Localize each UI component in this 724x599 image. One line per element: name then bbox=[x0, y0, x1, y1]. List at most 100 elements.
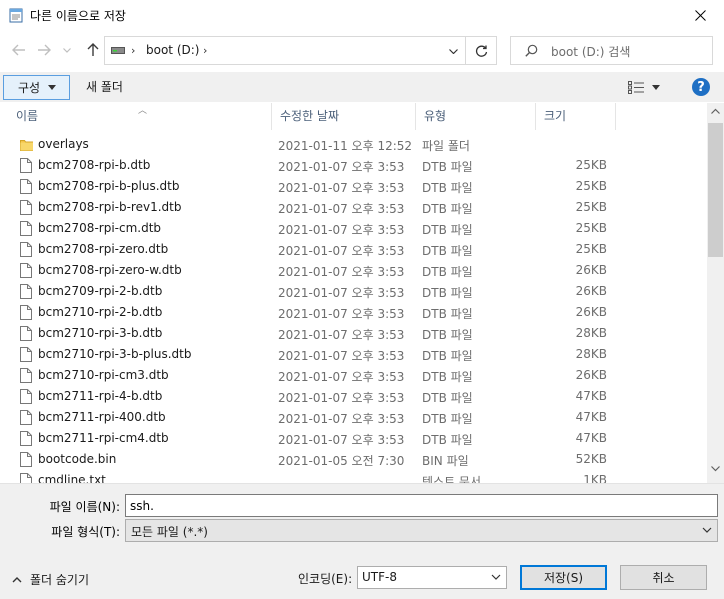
list-item[interactable]: bcm2708-rpi-cm.dtb 2021-01-07 오후 3:53 DT… bbox=[0, 218, 707, 239]
file-type: DTB 파일 bbox=[422, 370, 473, 384]
organize-button[interactable]: 구성 bbox=[3, 75, 70, 100]
file-name: bcm2708-rpi-zero-w.dtb bbox=[38, 263, 182, 277]
filetype-select[interactable]: 모든 파일 (*.*) bbox=[125, 519, 718, 542]
file-size: 25KB bbox=[575, 158, 607, 172]
file-date: 2021-01-07 오후 3:53 bbox=[278, 433, 405, 447]
list-item[interactable]: bcm2708-rpi-zero-w.dtb 2021-01-07 오후 3:5… bbox=[0, 260, 707, 281]
file-size: 26KB bbox=[575, 368, 607, 382]
file-name: bcm2710-rpi-3-b.dtb bbox=[38, 326, 163, 340]
file-size: 26KB bbox=[575, 284, 607, 298]
file-type: DTB 파일 bbox=[422, 328, 473, 342]
list-item[interactable]: bcm2711-rpi-cm4.dtb 2021-01-07 오후 3:53 D… bbox=[0, 428, 707, 449]
arrow-right-icon bbox=[38, 44, 51, 56]
file-icon bbox=[20, 410, 32, 425]
list-item[interactable]: bcm2710-rpi-3-b.dtb 2021-01-07 오후 3:53 D… bbox=[0, 323, 707, 344]
folder-icon bbox=[20, 140, 33, 151]
file-type: DTB 파일 bbox=[422, 307, 473, 321]
scroll-thumb[interactable] bbox=[708, 123, 723, 257]
file-type: DTB 파일 bbox=[422, 202, 473, 216]
list-item[interactable]: bootcode.bin 2021-01-05 오전 7:30 BIN 파일 5… bbox=[0, 449, 707, 470]
file-list: overlays 2021-01-11 오후 12:52 파일 폴더 bcm27… bbox=[0, 134, 707, 483]
file-icon bbox=[20, 326, 32, 341]
file-icon bbox=[20, 431, 32, 446]
file-size: 25KB bbox=[575, 179, 607, 193]
address-history-button[interactable] bbox=[444, 40, 462, 62]
list-item[interactable]: cmdline.txt 텍스트 문서 1KB bbox=[0, 470, 707, 483]
column-header-date[interactable]: 수정한 날짜 bbox=[272, 103, 416, 130]
help-button[interactable]: ? bbox=[692, 78, 710, 96]
back-button[interactable] bbox=[8, 37, 30, 63]
list-item[interactable]: overlays 2021-01-11 오후 12:52 파일 폴더 bbox=[0, 134, 707, 155]
file-type: DTB 파일 bbox=[422, 244, 473, 258]
question-icon: ? bbox=[697, 79, 705, 95]
file-name: bcm2710-rpi-3-b-plus.dtb bbox=[38, 347, 192, 361]
filetype-value: 모든 파일 (*.*) bbox=[131, 525, 208, 539]
scroll-down-button[interactable] bbox=[707, 466, 724, 478]
list-item[interactable]: bcm2708-rpi-b-rev1.dtb 2021-01-07 오후 3:5… bbox=[0, 197, 707, 218]
close-icon bbox=[694, 9, 706, 21]
cancel-button[interactable]: 취소 bbox=[620, 565, 707, 590]
list-item[interactable]: bcm2710-rpi-cm3.dtb 2021-01-07 오후 3:53 D… bbox=[0, 365, 707, 386]
file-icon bbox=[20, 284, 32, 299]
file-name: bcm2711-rpi-cm4.dtb bbox=[38, 431, 169, 445]
breadcrumb-drive[interactable]: boot (D:) bbox=[146, 43, 199, 57]
file-name: bcm2708-rpi-b-plus.dtb bbox=[38, 179, 180, 193]
up-button[interactable] bbox=[82, 37, 104, 63]
file-date: 2021-01-07 오후 3:53 bbox=[278, 265, 405, 279]
arrow-up-icon bbox=[87, 43, 99, 56]
vertical-scrollbar[interactable] bbox=[707, 103, 724, 483]
file-size: 47KB bbox=[575, 431, 607, 445]
scroll-up-button[interactable] bbox=[707, 108, 724, 120]
address-bar[interactable]: › boot (D:) › bbox=[104, 36, 497, 65]
list-item[interactable]: bcm2711-rpi-4-b.dtb 2021-01-07 오후 3:53 D… bbox=[0, 386, 707, 407]
file-icon bbox=[20, 263, 32, 278]
file-type: DTB 파일 bbox=[422, 181, 473, 195]
file-name: bcm2708-rpi-b-rev1.dtb bbox=[38, 200, 182, 214]
search-box[interactable]: boot (D:) 검색 bbox=[510, 36, 713, 65]
dropdown-arrow-icon bbox=[652, 84, 660, 90]
list-item[interactable]: bcm2708-rpi-zero.dtb 2021-01-07 오후 3:53 … bbox=[0, 239, 707, 260]
file-name: bcm2710-rpi-2-b.dtb bbox=[38, 305, 163, 319]
file-list-header: ︿ 이름 수정한 날짜 유형 크기 bbox=[0, 103, 707, 130]
list-item[interactable]: bcm2711-rpi-400.dtb 2021-01-07 오후 3:53 D… bbox=[0, 407, 707, 428]
file-type: DTB 파일 bbox=[422, 412, 473, 426]
file-type: 텍스트 문서 bbox=[422, 475, 482, 483]
view-options-button[interactable] bbox=[628, 78, 668, 96]
new-folder-button[interactable]: 새 폴더 bbox=[80, 78, 129, 95]
file-type: BIN 파일 bbox=[422, 454, 469, 468]
encoding-select[interactable]: UTF-8 bbox=[357, 566, 507, 589]
hide-folders-toggle[interactable]: 폴더 숨기기 bbox=[12, 571, 89, 588]
forward-button[interactable] bbox=[33, 37, 55, 63]
list-item[interactable]: bcm2710-rpi-3-b-plus.dtb 2021-01-07 오후 3… bbox=[0, 344, 707, 365]
encoding-value: UTF-8 bbox=[362, 570, 397, 584]
file-icon bbox=[20, 158, 32, 173]
list-item[interactable]: bcm2708-rpi-b.dtb 2021-01-07 오후 3:53 DTB… bbox=[0, 155, 707, 176]
window-title: 다른 이름으로 저장 bbox=[30, 9, 126, 23]
search-placeholder: boot (D:) 검색 bbox=[551, 45, 631, 59]
file-name: bcm2710-rpi-cm3.dtb bbox=[38, 368, 169, 382]
chevron-down-icon bbox=[448, 48, 458, 54]
breadcrumb-separator-icon[interactable]: › bbox=[203, 44, 207, 57]
list-item[interactable]: bcm2709-rpi-2-b.dtb 2021-01-07 오후 3:53 D… bbox=[0, 281, 707, 302]
file-icon bbox=[20, 347, 32, 362]
file-name: bcm2708-rpi-cm.dtb bbox=[38, 221, 162, 235]
close-button[interactable] bbox=[676, 0, 724, 30]
file-name: overlays bbox=[38, 137, 89, 151]
list-item[interactable]: bcm2710-rpi-2-b.dtb 2021-01-07 오후 3:53 D… bbox=[0, 302, 707, 323]
recent-locations-button[interactable] bbox=[60, 37, 74, 63]
file-type: DTB 파일 bbox=[422, 265, 473, 279]
list-item[interactable]: bcm2708-rpi-b-plus.dtb 2021-01-07 오후 3:5… bbox=[0, 176, 707, 197]
filename-input[interactable] bbox=[125, 494, 718, 517]
column-header-name[interactable]: 이름 bbox=[8, 103, 272, 130]
refresh-button[interactable] bbox=[469, 40, 493, 62]
file-type: DTB 파일 bbox=[422, 286, 473, 300]
file-size: 26KB bbox=[575, 263, 607, 277]
chevron-up-icon bbox=[12, 577, 22, 583]
column-header-size[interactable]: 크기 bbox=[536, 103, 616, 130]
save-button[interactable]: 저장(S) bbox=[520, 565, 607, 590]
organize-label: 구성 bbox=[18, 81, 41, 95]
file-icon bbox=[20, 242, 32, 257]
column-header-type[interactable]: 유형 bbox=[416, 103, 536, 130]
file-date: 2021-01-07 오후 3:53 bbox=[278, 286, 405, 300]
file-type: DTB 파일 bbox=[422, 160, 473, 174]
